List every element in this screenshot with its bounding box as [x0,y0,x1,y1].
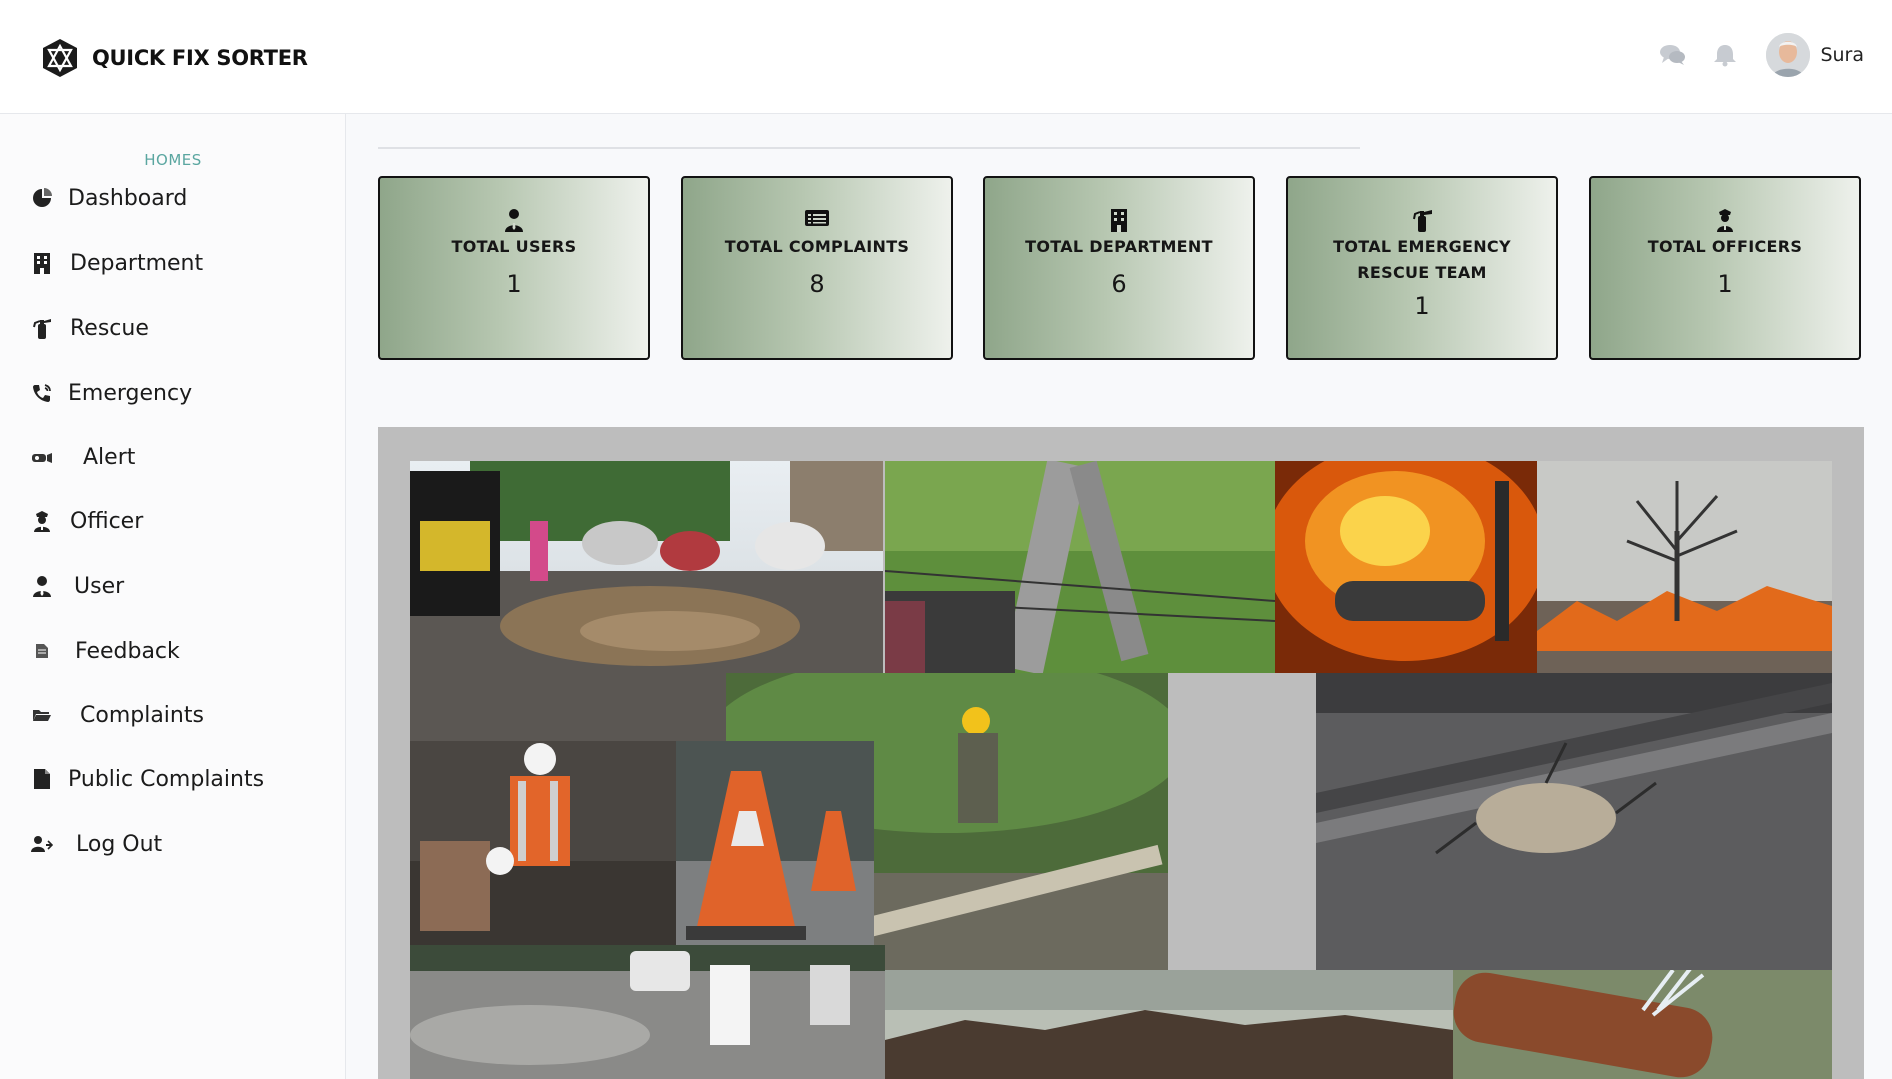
pie-chart-icon [30,186,54,210]
file-icon [30,767,54,791]
notification-bell-icon[interactable] [1708,38,1742,72]
sidebar-item-rescue[interactable]: Rescue [30,310,149,346]
sidebar-item-label: Emergency [68,380,193,406]
sidebar-item-label: User [74,573,125,599]
stat-value: 1 [1717,270,1733,298]
debris-pile-photo [885,970,1453,1079]
brand-logo-icon [43,39,77,77]
sidebar-heading: HOMES [144,151,202,169]
burst-pipe-photo [1453,970,1832,1079]
stat-title: TOTAL USERS [451,237,577,256]
top-header: QUICK FIX SORTER Sura [0,0,1892,114]
user-icon [380,208,648,232]
sidebar-item-label: Feedback [75,638,180,664]
stat-card-total-users[interactable]: TOTAL USERS 1 [378,176,650,360]
sidebar-item-complaints[interactable]: Complaints [30,697,204,733]
chat-icon[interactable] [1656,38,1690,72]
building-icon [985,208,1253,232]
user-logout-icon [30,832,54,856]
fire-extinguisher-icon [30,316,54,340]
building-icon [30,251,54,275]
cracked-road-photo [1316,673,1832,970]
stat-value: 6 [1111,270,1127,298]
siren-icon [30,445,54,469]
stat-title: TOTAL OFFICERS [1647,237,1803,256]
stat-value: 8 [809,270,825,298]
officer-icon [1591,208,1859,232]
stat-card-total-emergency-rescue-team[interactable]: TOTAL EMERGENCY RESCUE TEAM 1 [1286,176,1558,360]
document-icon [30,639,54,663]
stat-card-total-officers[interactable]: TOTAL OFFICERS 1 [1589,176,1861,360]
sidebar-item-label: Log Out [76,831,163,857]
sidebar-item-public-complaints[interactable]: Public Complaints [30,761,264,797]
sidebar-item-label: Alert [83,444,136,470]
sidebar-item-dashboard[interactable]: Dashboard [30,180,187,216]
phone-call-icon [30,381,54,405]
folder-open-icon [30,703,54,727]
sidebar-item-label: Public Complaints [68,766,265,792]
stat-title-line: TOTAL EMERGENCY [1333,237,1511,256]
sidebar-item-label: Dashboard [68,185,188,211]
photo-collage [378,427,1864,1079]
stat-value: 1 [506,270,522,298]
username[interactable]: Sura [1820,44,1864,66]
stat-card-total-complaints[interactable]: TOTAL COMPLAINTS 8 [681,176,953,360]
header-actions: Sura [1656,33,1864,77]
stat-title: TOTAL DEPARTMENT [1025,237,1213,256]
scooters-road-photo [410,945,885,1079]
fire-extinguisher-icon [1288,208,1556,232]
brand-name: QUICK FIX SORTER [92,46,308,70]
sidebar-item-label: Complaints [80,702,204,728]
sidebar-item-officer[interactable]: Officer [30,503,143,539]
content-divider [378,147,1360,149]
user-icon [30,574,54,598]
stat-title: TOTAL EMERGENCY RESCUE TEAM [1288,234,1556,286]
wildfire-tree-photo [1537,461,1832,673]
workers-digging-photo [410,741,676,945]
sidebar: HOMES Dashboard Department Rescue Emerge… [0,114,346,1079]
sidebar-item-label: Rescue [70,315,149,341]
brand[interactable]: QUICK FIX SORTER [38,36,308,80]
fire-photo [1275,461,1537,673]
stat-value: 1 [1414,292,1430,320]
sidebar-item-alert[interactable]: Alert [30,439,135,475]
user-avatar[interactable] [1766,33,1811,77]
sidebar-item-emergency[interactable]: Emergency [30,375,192,411]
fallen-power-pole-photo [885,461,1275,673]
stat-title-line: RESCUE TEAM [1357,263,1487,282]
sidebar-item-feedback[interactable]: Feedback [30,633,180,669]
sidebar-item-label: Officer [70,508,144,534]
sidebar-item-label: Department [70,250,204,276]
list-card-icon [683,208,951,232]
sidebar-item-log-out[interactable]: Log Out [30,826,162,862]
sidebar-item-user[interactable]: User [30,568,124,604]
sidebar-item-department[interactable]: Department [30,245,203,281]
stat-card-total-department[interactable]: TOTAL DEPARTMENT 6 [983,176,1255,360]
officer-icon [30,509,54,533]
traffic-cone-photo [676,741,874,945]
stat-title: TOTAL COMPLAINTS [724,237,910,256]
